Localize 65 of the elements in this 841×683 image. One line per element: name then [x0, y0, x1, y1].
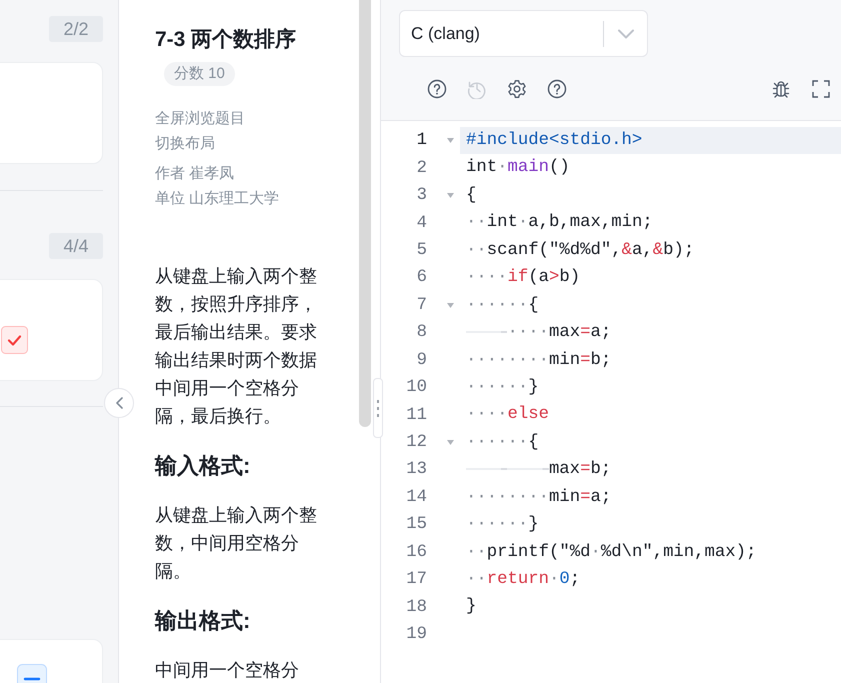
link[interactable]: 全屏浏览题目: [155, 106, 245, 131]
code-line: ··printf("%d·%d\n",min,max);: [465, 542, 758, 564]
problem-description: 从键盘上输入两个整数，按照升序排序，最后输出结果。要求输出结果时两个数据中间用一个空格分隔，最后换行。: [155, 265, 318, 428]
code-line: ··int·a,b,max,min;: [465, 212, 654, 234]
line-number: 2: [416, 158, 427, 178]
fold-icon[interactable]: [447, 138, 454, 144]
fullscreen-icon[interactable]: [811, 78, 831, 98]
line-number: 1: [416, 131, 427, 150]
fold-icon[interactable]: [447, 440, 454, 446]
code-line: ····else: [465, 404, 550, 426]
section-text: 从键盘上输入两个整数，中间用空格分隔。: [155, 504, 318, 583]
line-number: 4: [416, 214, 427, 233]
progress-badge: 4/4: [49, 233, 103, 259]
link[interactable]: 切换布局: [155, 131, 215, 156]
code-line: ··scanf("%d%d",&a,&b);: [465, 240, 696, 262]
code-line: ··return·0;: [465, 569, 582, 591]
line-number: 10: [405, 378, 427, 398]
line-number: 15: [405, 515, 427, 534]
line-number: 9: [416, 350, 427, 370]
chevron-down-icon[interactable]: [618, 28, 634, 38]
line-number: 7: [416, 296, 427, 315]
code-line: max=b;: [460, 456, 841, 484]
progress-badge: 2/2: [49, 16, 103, 42]
code-line: int·main(): [465, 157, 571, 180]
code-line: }: [465, 596, 478, 618]
line-number: 6: [416, 268, 427, 288]
line-number: 16: [405, 542, 427, 562]
code-line: ········min=b;: [465, 350, 612, 372]
code-line: ······}: [465, 376, 540, 399]
line-number: 3: [416, 186, 427, 206]
help-icon[interactable]: [547, 78, 567, 98]
code-line: ······{: [465, 294, 540, 317]
score-badge: 分数 10: [164, 62, 235, 86]
code-line: ····max=a;: [460, 319, 841, 346]
problem-title: 7-3 两个数排序: [155, 26, 296, 53]
fold-icon[interactable]: [447, 193, 454, 198]
scrollbar[interactable]: [359, 0, 371, 427]
line-number: 13: [405, 460, 427, 480]
meta-text: 单位 山东理工大学: [155, 189, 280, 209]
line-number: 17: [405, 570, 427, 590]
settings-icon[interactable]: [507, 78, 527, 98]
code-line: ····if(a>b): [465, 267, 582, 290]
chevron-left-icon: [116, 397, 122, 409]
line-number: 18: [405, 598, 427, 617]
code-line: {: [465, 184, 478, 207]
line-number: 11: [405, 406, 427, 425]
line-number: 12: [405, 433, 427, 452]
section-text: 中间用一个空格分: [155, 659, 300, 682]
section-heading: 输出格式:: [155, 607, 250, 635]
code-line: ······}: [465, 514, 540, 536]
line-number: 5: [416, 240, 427, 260]
code-line: ········min=a;: [465, 486, 612, 509]
drag-handle[interactable]: [373, 378, 383, 438]
line-number: 14: [405, 488, 427, 507]
meta-text: 作者 崔孝凤: [155, 164, 234, 184]
bug-icon[interactable]: [771, 78, 791, 98]
collapse-button[interactable]: [104, 388, 134, 418]
line-number: 19: [405, 625, 427, 644]
line-number: 8: [416, 323, 427, 342]
question-card[interactable]: [0, 279, 103, 381]
code-line: ······{: [465, 432, 540, 454]
language-select[interactable]: C (clang): [399, 10, 648, 57]
fold-icon[interactable]: [447, 302, 454, 308]
help-icon[interactable]: [427, 78, 447, 98]
section-heading: 输入格式:: [155, 452, 250, 480]
